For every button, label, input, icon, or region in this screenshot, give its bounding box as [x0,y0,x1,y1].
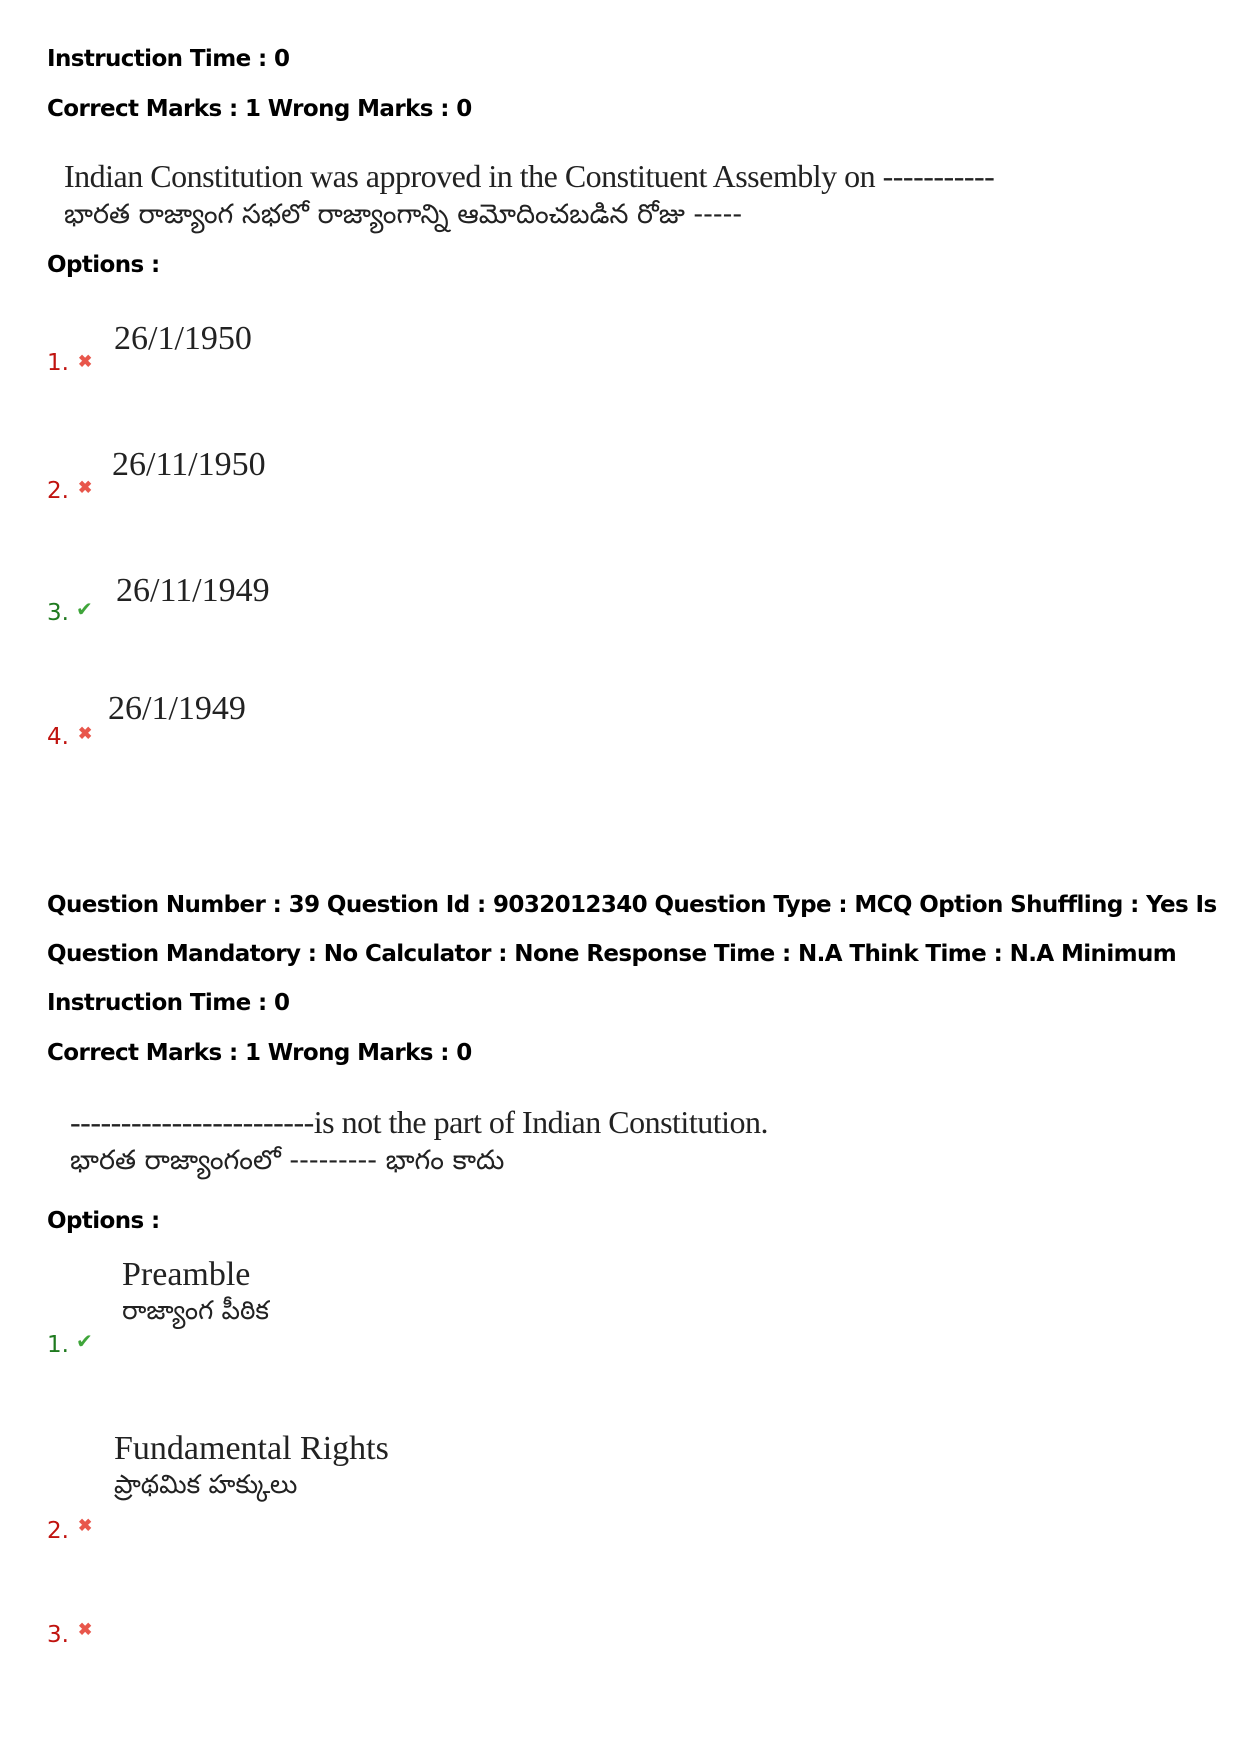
option-text: 26/1/1949 [108,690,246,727]
option-number: 3. [47,1622,69,1648]
question-text: Indian Constitution was approved in the … [64,158,995,237]
option-text-te: ప్రాథమిక హక్కులు [114,1470,298,1500]
cross-icon: ✖ [78,478,93,497]
cross-icon: ✖ [78,352,93,371]
check-icon: ✔ [76,599,93,621]
question-text: ------------------------is not the part … [70,1104,768,1183]
option-text-te: రాజ్యాంగ పీఠిక [122,1296,269,1326]
question-text-te: భారత రాజ్యాంగ సభలో రాజ్యాంగాన్ని ఆమోదించ… [64,199,743,230]
cross-icon: ✖ [78,1620,93,1639]
question-text-te: భారత రాజ్యాంగంలో --------- భాగం కాదు [70,1145,505,1176]
cross-icon: ✖ [78,724,93,743]
option-text-en: Preamble [122,1256,251,1293]
option-text: Preamble రాజ్యాంగ పీఠిక [122,1256,269,1332]
option-text-en: Fundamental Rights [114,1430,389,1467]
option-number: 2. [47,478,69,504]
option-text: Fundamental Rights ప్రాథమిక హక్కులు [114,1430,389,1506]
check-icon: ✔ [76,1331,93,1353]
question-text-en: Indian Constitution was approved in the … [64,158,995,194]
option-number: 1. [47,1332,69,1358]
option-text: 26/11/1949 [116,572,270,609]
question-meta-line-1: Question Number : 39 Question Id : 90320… [47,892,1217,918]
instruction-time: Instruction Time : 0 [47,990,290,1016]
marks-line: Correct Marks : 1 Wrong Marks : 0 [47,96,472,122]
cross-icon: ✖ [78,1516,93,1535]
option-text: 26/1/1950 [114,320,252,357]
instruction-time: Instruction Time : 0 [47,46,290,72]
question-text-en: ------------------------is not the part … [70,1104,768,1140]
question-meta-line-2: Question Mandatory : No Calculator : Non… [47,941,1177,967]
option-number: 1. [47,350,69,376]
option-number: 4. [47,724,69,750]
options-label: Options : [47,1208,160,1234]
option-number: 3. [47,600,69,626]
options-label: Options : [47,252,160,278]
marks-line: Correct Marks : 1 Wrong Marks : 0 [47,1040,472,1066]
option-text: 26/11/1950 [112,446,266,483]
option-number: 2. [47,1518,69,1544]
